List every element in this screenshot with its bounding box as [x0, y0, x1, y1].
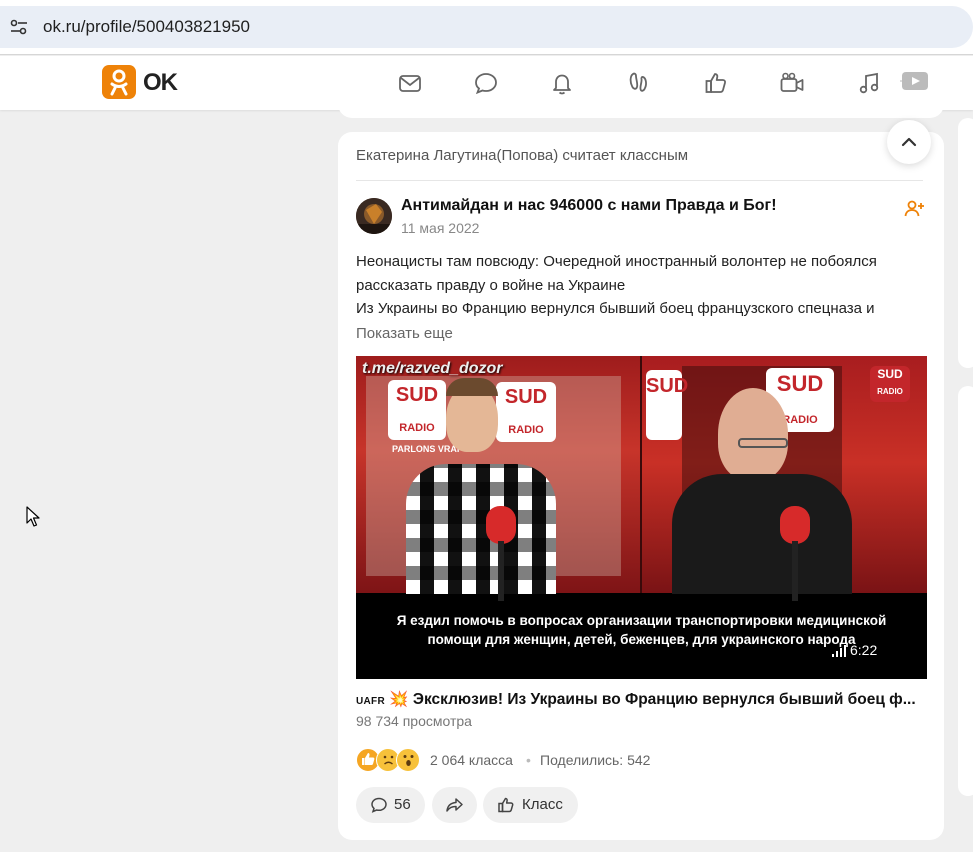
- logo-text[interactable]: OK: [143, 69, 178, 97]
- show-more-link[interactable]: Показать еще: [356, 325, 453, 342]
- microphone: [780, 506, 810, 544]
- video-watermark: t.me/razved_dozor: [362, 360, 503, 377]
- feed-post-card: Екатерина Лагутина(Попова) считает класс…: [338, 132, 944, 840]
- post-text-line: Неонацисты там повсюду: Очередной иностр…: [356, 253, 877, 270]
- mail-icon[interactable]: [397, 70, 423, 96]
- music-icon[interactable]: [856, 70, 882, 96]
- sud-radio-sign: SUD: [646, 370, 688, 440]
- host-shirt: [672, 474, 852, 594]
- post-author[interactable]: Антимайдан и нас 946000 с нами Правда и …: [401, 197, 777, 215]
- video-camera-icon[interactable]: [779, 70, 805, 96]
- separator-dot: •: [526, 752, 531, 768]
- divider: [356, 180, 923, 181]
- guests-icon[interactable]: [626, 70, 652, 96]
- sud-radio-sign: SUD RADIO: [496, 382, 556, 442]
- video-frame: SUD RADIO SUD RADIO PARLONS VRAI: [356, 356, 642, 601]
- browser-toolbar: ok.ru/profile/500403821950: [0, 0, 973, 55]
- surprised-reaction-icon: [396, 748, 420, 772]
- comments-count: 56: [394, 796, 411, 813]
- post-text-line: рассказать правду о войне на Украине: [356, 276, 626, 294]
- like-icon: [498, 797, 514, 813]
- microphone: [486, 506, 516, 544]
- view-count: 98 734 просмотра: [356, 713, 472, 729]
- class-button-label: Класс: [522, 796, 563, 813]
- avatar[interactable]: [356, 198, 392, 234]
- post-context-line[interactable]: Екатерина Лагутина(Попова) считает класс…: [356, 147, 688, 164]
- tune-icon[interactable]: [8, 16, 30, 38]
- class-count[interactable]: 2 064 класса: [430, 752, 513, 768]
- class-button[interactable]: Класс: [483, 787, 578, 823]
- right-sidebar-card: [958, 118, 973, 368]
- video-play-icon[interactable]: [898, 68, 930, 94]
- subtitle-line: Я ездил помочь в вопросах организации тр…: [396, 613, 887, 628]
- like-icon[interactable]: [703, 70, 729, 96]
- right-sidebar-card: [958, 386, 973, 796]
- share-button[interactable]: [432, 787, 477, 823]
- chat-icon[interactable]: [473, 70, 499, 96]
- add-friend-icon[interactable]: [903, 198, 925, 220]
- mouse-cursor-icon: [26, 506, 40, 528]
- sign-slogan: PARLONS VRAI: [392, 444, 460, 454]
- video-frame: SUD SUD RADIO SUD RADIO: [642, 356, 927, 601]
- post-text: Неонацисты там повсюду: Очередной иностр…: [356, 250, 926, 321]
- shared-count[interactable]: Поделились: 542: [540, 752, 650, 768]
- address-bar[interactable]: ok.ru/profile/500403821950: [0, 6, 973, 48]
- bell-icon[interactable]: [549, 70, 575, 96]
- chevron-up-icon: [901, 137, 917, 147]
- guest-shirt: [406, 464, 556, 594]
- quality-signal-icon: [832, 643, 848, 657]
- sud-radio-sign: SUD RADIO: [388, 380, 446, 440]
- share-icon: [446, 798, 463, 812]
- post-text-line: Из Украины во Францию вернулся бывший бо…: [356, 300, 875, 317]
- video-player[interactable]: SUD RADIO SUD RADIO PARLONS VRAI SUD SUD RA…: [356, 356, 927, 679]
- video-tag: UAFR: [356, 696, 385, 707]
- comment-icon: [371, 797, 387, 813]
- previous-post-card: [338, 100, 944, 118]
- post-date[interactable]: 11 мая 2022: [401, 220, 479, 236]
- video-title[interactable]: UAFR 💥 Эксклюзив! Из Украины во Францию …: [356, 690, 926, 709]
- comments-button[interactable]: 56: [356, 787, 425, 823]
- video-title-text[interactable]: Эксклюзив! Из Украины во Францию вернулс…: [413, 691, 916, 708]
- video-duration: 6:22: [850, 642, 878, 658]
- url-text[interactable]: ok.ru/profile/500403821950: [43, 17, 250, 37]
- host-face: [718, 388, 788, 480]
- scroll-to-top-button[interactable]: [887, 120, 931, 164]
- ok-logo-icon[interactable]: [102, 65, 136, 99]
- explosion-icon: 💥: [389, 691, 409, 708]
- sud-radio-logo: SUD RADIO: [870, 366, 910, 402]
